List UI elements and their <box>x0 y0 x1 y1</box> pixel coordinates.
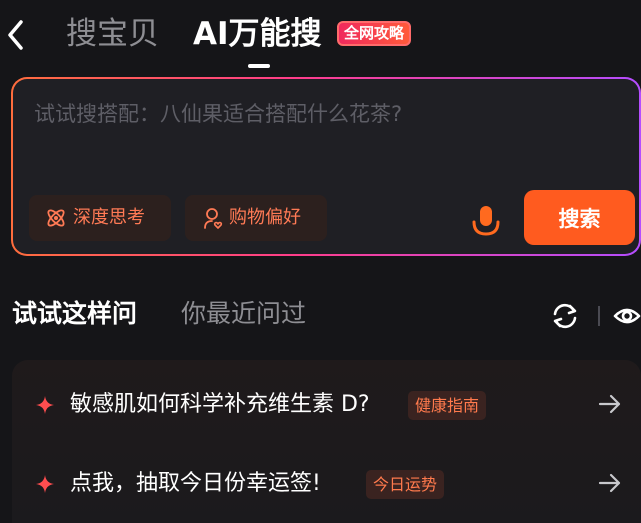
tab-try-asking[interactable]: 试试这样问 <box>12 296 137 332</box>
eye-icon[interactable] <box>613 302 641 330</box>
shopping-preference-label: 购物偏好 <box>229 207 301 228</box>
atom-icon <box>47 209 65 227</box>
sparkle-icon <box>36 396 54 414</box>
tab-ai-search[interactable]: AI万能搜 <box>193 14 322 54</box>
search-box: 深度思考 购物偏好 搜索 <box>11 77 641 256</box>
guide-badge: 全网攻略 <box>337 21 412 46</box>
suggestion-list: 敏感肌如何科学补充维生素 D? 健康指南 点我，抽取今日份幸运签! 今日运势 <box>12 360 641 523</box>
search-input[interactable] <box>34 95 614 133</box>
arrow-right-icon <box>598 394 621 414</box>
deep-think-chip[interactable]: 深度思考 <box>29 195 171 241</box>
tab-search-products[interactable]: 搜宝贝 <box>66 14 159 54</box>
suggestion-text: 敏感肌如何科学补充维生素 D? <box>70 392 370 417</box>
toolbar-divider <box>598 306 600 326</box>
microphone-icon[interactable] <box>469 205 503 237</box>
back-arrow-icon[interactable] <box>4 16 26 54</box>
suggestion-tag: 健康指南 <box>408 391 487 420</box>
header: 搜宝贝 AI万能搜 全网攻略 <box>0 0 641 80</box>
active-tab-indicator <box>248 64 270 68</box>
suggestion-tag: 今日运势 <box>366 470 445 499</box>
search-button[interactable]: 搜索 <box>524 190 635 245</box>
tab-recent-questions[interactable]: 你最近问过 <box>181 296 306 332</box>
user-heart-icon <box>204 208 223 229</box>
suggestion-text: 点我，抽取今日份幸运签! <box>70 471 321 496</box>
deep-think-label: 深度思考 <box>73 207 145 228</box>
suggestion-item[interactable]: 敏感肌如何科学补充维生素 D? 健康指南 <box>12 370 641 440</box>
shopping-preference-chip[interactable]: 购物偏好 <box>185 195 327 241</box>
arrow-right-icon <box>598 473 621 493</box>
refresh-icon[interactable] <box>551 302 579 330</box>
ai-search-page: 搜宝贝 AI万能搜 全网攻略 深度思考 购物偏好 搜 <box>0 0 641 523</box>
sparkle-icon <box>36 475 54 493</box>
suggestion-item[interactable]: 点我，抽取今日份幸运签! 今日运势 <box>12 449 641 519</box>
